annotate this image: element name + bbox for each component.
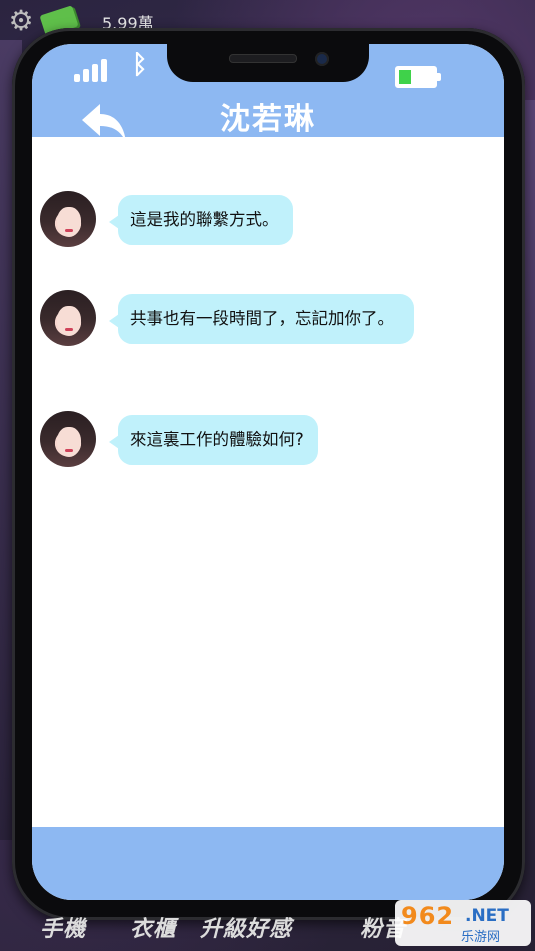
nav-item-wardrobe[interactable]: 衣櫃	[130, 911, 176, 943]
message-item: 共事也有一段時間了，忘記加你了。	[40, 290, 414, 346]
watermark-subtitle: 乐游网	[461, 930, 501, 945]
watermark-number: 962	[401, 902, 455, 930]
contact-avatar	[40, 290, 96, 346]
bluetooth-icon: ᛒ	[132, 50, 148, 80]
message-bubble: 這是我的聯繫方式。	[109, 195, 293, 245]
message-bubble: 來這裏工作的體驗如何?	[109, 415, 318, 465]
message-item: 這是我的聯繫方式。	[40, 191, 293, 247]
message-bubble: 共事也有一段時間了，忘記加你了。	[109, 294, 414, 344]
site-watermark: 962 .NET 乐游网	[395, 900, 531, 946]
contact-name: 沈若琳	[220, 102, 316, 137]
contact-avatar	[40, 411, 96, 467]
chat-footer	[32, 827, 504, 900]
signal-bars-icon	[74, 58, 114, 82]
gear-icon[interactable]: ⚙	[6, 6, 36, 36]
watermark-suffix: .NET	[465, 906, 509, 926]
contact-avatar	[40, 191, 96, 247]
nav-item-upgrade[interactable]: 升級好感	[200, 911, 292, 943]
battery-icon	[395, 66, 441, 88]
phone-screen: ᛒ 沈若琳 這是我的聯繫方式。 共事也有一段時間了，忘記加你了。 來這裏工作的體…	[32, 44, 504, 900]
speaker-grille	[229, 54, 297, 63]
camera-icon	[315, 52, 329, 66]
battery-level	[399, 70, 411, 84]
nav-item-phone[interactable]: 手機	[40, 911, 86, 943]
message-item: 來這裏工作的體驗如何?	[40, 411, 318, 467]
phone-notch	[167, 44, 369, 82]
phone-frame: ᛒ 沈若琳 這是我的聯繫方式。 共事也有一段時間了，忘記加你了。 來這裏工作的體…	[12, 28, 525, 920]
